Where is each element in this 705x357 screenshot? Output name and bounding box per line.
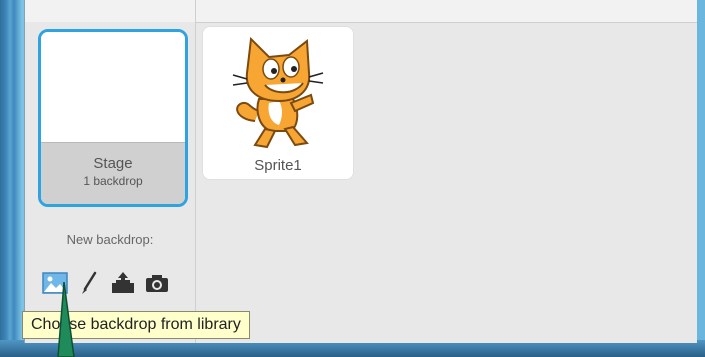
upload-icon	[112, 272, 134, 293]
camera-icon	[146, 275, 168, 292]
stage-backdrop-count: 1 backdrop	[83, 174, 143, 188]
scratch-cat-icon	[232, 36, 324, 149]
stage-name: Stage	[93, 155, 133, 172]
camera-backdrop-button[interactable]	[142, 270, 172, 296]
mouse-cursor-icon	[57, 282, 75, 357]
sprite-name: Sprite1	[254, 157, 302, 174]
stage-info: Stage 1 backdrop	[41, 142, 185, 204]
new-backdrop-label: New backdrop:	[66, 232, 154, 247]
sprite-list: Sprite1	[196, 22, 698, 343]
sprites-panel: Stage 1 backdrop New backdrop: Sprite1	[24, 0, 697, 343]
stage-thumbnail-card[interactable]: Stage 1 backdrop	[38, 29, 188, 207]
window-frame-right	[697, 0, 705, 357]
sprite-thumbnail-card[interactable]: Sprite1	[202, 26, 354, 180]
stage-preview	[41, 32, 185, 142]
upload-backdrop-button[interactable]	[108, 270, 138, 296]
panel-header	[25, 0, 697, 23]
